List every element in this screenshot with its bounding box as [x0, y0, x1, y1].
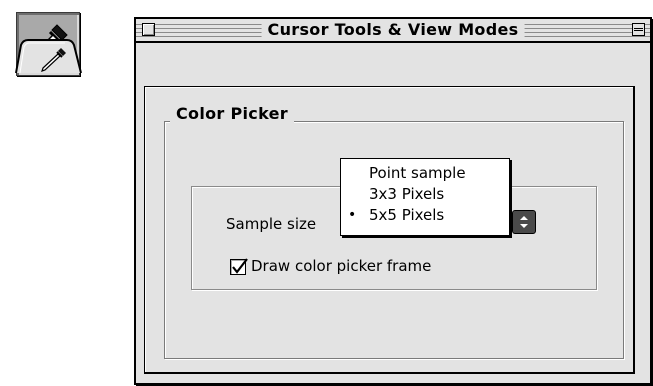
- draw-frame-label: Draw color picker frame: [251, 257, 432, 275]
- menu-item-3x3-pixels[interactable]: 3x3 Pixels: [341, 184, 509, 204]
- group-title: Color Picker: [170, 104, 294, 124]
- draw-frame-checkbox[interactable]: [230, 258, 248, 275]
- sample-size-label: Sample size: [226, 215, 317, 233]
- selected-bullet: •: [348, 207, 357, 223]
- menu-item-5x5-pixels[interactable]: • 5x5 Pixels: [341, 205, 509, 225]
- checkmark-icon: [232, 258, 248, 274]
- title-bar[interactable]: Cursor Tools & View Modes: [136, 19, 650, 43]
- sample-size-menu: Point sample 3x3 Pixels • 5x5 Pixels: [340, 158, 510, 236]
- up-down-arrows-icon: [520, 216, 528, 228]
- close-box[interactable]: [142, 23, 155, 36]
- menu-item-point-sample[interactable]: Point sample: [341, 163, 509, 183]
- tab-color-picker[interactable]: [15, 38, 85, 74]
- window-title: Cursor Tools & View Modes: [261, 20, 525, 39]
- sample-size-popup-arrows[interactable]: [512, 210, 536, 234]
- collapse-box[interactable]: [632, 23, 645, 36]
